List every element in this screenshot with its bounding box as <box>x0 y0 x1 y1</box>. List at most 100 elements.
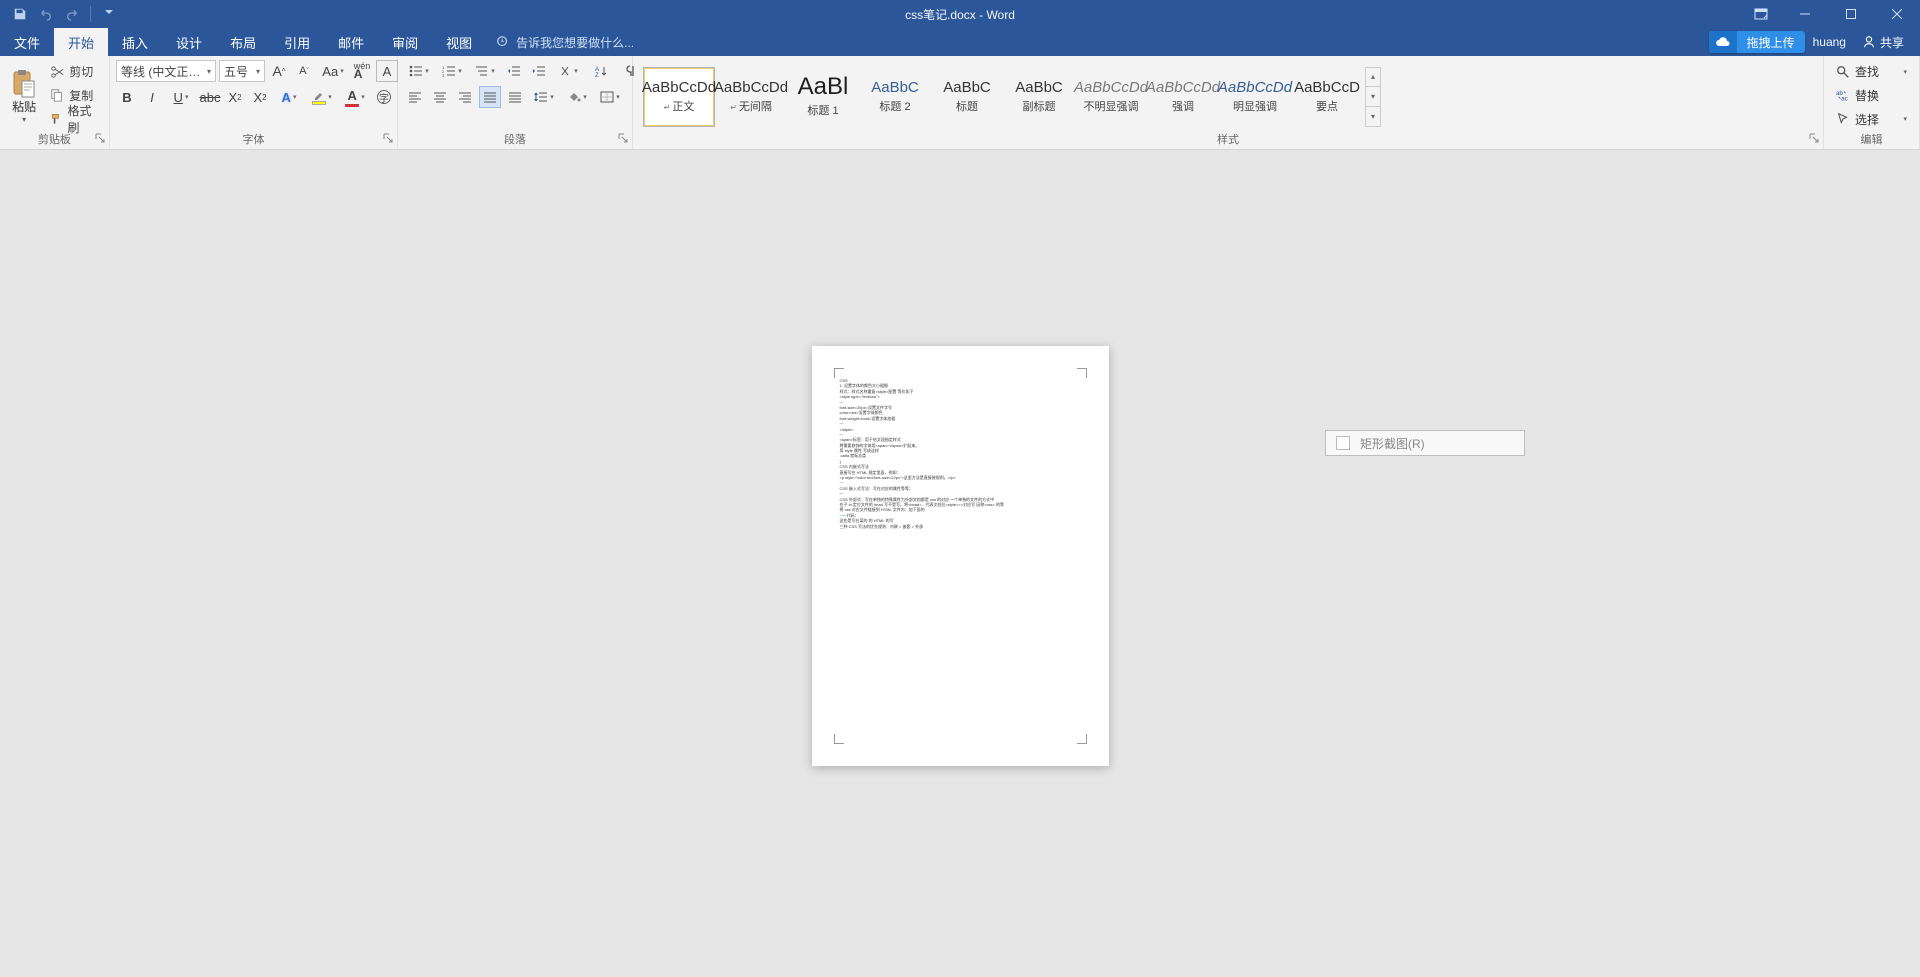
style-subtle[interactable]: AaBbCcDd不明显强调 <box>1075 67 1147 127</box>
style-h1[interactable]: AaBl标题 1 <box>787 67 859 127</box>
style-subtitle[interactable]: AaBbC副标题 <box>1003 67 1075 127</box>
style-emphasis[interactable]: AaBbCcDd强调 <box>1147 67 1219 127</box>
ribbon-tabs: 文件 开始 插入 设计 布局 引用 邮件 审阅 视图 告诉我您想要做什么... … <box>0 28 1920 56</box>
sort-button[interactable]: AZ <box>586 60 616 82</box>
replace-icon: abac <box>1836 88 1850 102</box>
signed-in-user[interactable]: huang <box>1813 35 1846 49</box>
underline-button[interactable]: U▾ <box>166 86 196 108</box>
dialog-launcher-clipboard[interactable] <box>95 133 105 143</box>
select-button[interactable]: 选择▾ <box>1830 108 1913 130</box>
borders-button[interactable]: ▾ <box>595 86 625 108</box>
enclose-characters-button[interactable]: 字 <box>373 86 395 108</box>
tab-references[interactable]: 引用 <box>270 28 324 56</box>
align-left-button[interactable] <box>404 86 426 108</box>
shrink-font-button[interactable]: Aˇ <box>293 60 315 82</box>
dialog-launcher-styles[interactable] <box>1809 133 1819 143</box>
document-canvas[interactable]: CSS1. 设置字体的颜色大小粗细 样式：样式名称重复<style>配置 等价如… <box>0 150 1920 977</box>
style-name-label: 要点 <box>1316 98 1338 114</box>
style-h2[interactable]: AaBbC标题 2 <box>859 67 931 127</box>
subscript-button[interactable]: X2 <box>224 86 246 108</box>
highlight-button[interactable]: ▾ <box>307 86 337 108</box>
upload-label: 拖拽上传 <box>1737 31 1805 53</box>
format-painter-button[interactable]: 格式刷 <box>46 108 103 130</box>
align-right-button[interactable] <box>454 86 476 108</box>
multilevel-list-button[interactable]: ▾ <box>470 60 500 82</box>
decrease-indent-button[interactable] <box>503 60 525 82</box>
italic-button[interactable]: I <box>141 86 163 108</box>
cut-button[interactable]: 剪切 <box>46 61 103 83</box>
font-family-combo[interactable]: 等线 (中文正文)▾ <box>116 60 216 82</box>
minimize-button[interactable] <box>1782 0 1828 28</box>
borders-icon <box>600 91 614 103</box>
svg-text:ac: ac <box>1841 96 1847 103</box>
tab-mailings[interactable]: 邮件 <box>324 28 378 56</box>
character-border-button[interactable]: A <box>376 60 398 82</box>
style-intense[interactable]: AaBbCcDd明显强调 <box>1219 67 1291 127</box>
ribbon-display-options-button[interactable] <box>1748 0 1774 28</box>
shading-button[interactable]: ▾ <box>562 86 592 108</box>
share-button[interactable]: 共享 <box>1852 28 1914 56</box>
dialog-launcher-font[interactable] <box>383 133 393 143</box>
bold-button[interactable]: B <box>116 86 138 108</box>
increase-indent-button[interactable] <box>528 60 550 82</box>
close-button[interactable] <box>1874 0 1920 28</box>
numbering-icon: 123 <box>442 65 456 77</box>
group-label-editing: 编辑 <box>1861 134 1883 146</box>
chevron-down-icon: ▾ <box>203 67 211 76</box>
asian-layout-button[interactable]: ▾ <box>553 60 583 82</box>
styles-row-down[interactable]: ▾ <box>1366 87 1380 107</box>
paste-button[interactable]: 粘贴 ▾ <box>6 60 42 131</box>
maximize-button[interactable] <box>1828 0 1874 28</box>
group-label-styles: 样式 <box>1217 134 1239 146</box>
replace-button[interactable]: abac 替换 <box>1830 84 1913 106</box>
change-case-button[interactable]: Aa▾ <box>318 60 348 82</box>
tab-view[interactable]: 视图 <box>432 28 486 56</box>
cloud-upload-icon <box>1709 31 1737 53</box>
tab-insert[interactable]: 插入 <box>108 28 162 56</box>
line-spacing-button[interactable]: ▾ <box>529 86 559 108</box>
group-clipboard: 粘贴 ▾ 剪切 复制 格式刷 剪贴板 <box>0 56 110 149</box>
find-button[interactable]: 查找▾ <box>1830 61 1913 83</box>
document-page[interactable]: CSS1. 设置字体的颜色大小粗细 样式：样式名称重复<style>配置 等价如… <box>812 346 1109 766</box>
tell-me-search[interactable]: 告诉我您想要做什么... <box>486 28 644 56</box>
strikethrough-button[interactable]: abc <box>199 86 221 108</box>
style-title[interactable]: AaBbC标题 <box>931 67 1003 127</box>
tab-review[interactable]: 审阅 <box>378 28 432 56</box>
dialog-launcher-paragraph[interactable] <box>618 133 628 143</box>
redo-button[interactable] <box>60 2 84 26</box>
styles-gallery[interactable]: AaBbCcDd↵正文AaBbCcDd↵无间隔AaBl标题 1AaBbC标题 2… <box>639 60 1817 131</box>
styles-more-spinner[interactable]: ▴▾▾ <box>1365 67 1381 127</box>
style-name-label: 明显强调 <box>1233 98 1277 114</box>
tab-home[interactable]: 开始 <box>54 28 108 56</box>
style-strong[interactable]: AaBbCcD 要点 <box>1291 67 1363 127</box>
bullet-list-button[interactable]: ▾ <box>404 60 434 82</box>
align-justify-button[interactable] <box>479 86 501 108</box>
drag-upload-button[interactable]: 拖拽上传 <box>1709 31 1805 53</box>
style-preview: AaBbCcDd <box>642 80 716 95</box>
document-body-text[interactable]: CSS1. 设置字体的颜色大小粗细 样式：样式名称重复<style>配置 等价如… <box>840 378 1081 529</box>
tab-layout[interactable]: 布局 <box>216 28 270 56</box>
align-distributed-button[interactable] <box>504 86 526 108</box>
style-nospacing[interactable]: AaBbCcDd↵无间隔 <box>715 67 787 127</box>
margin-marker <box>1077 368 1087 378</box>
font-color-button[interactable]: A▾ <box>340 86 370 108</box>
phonetic-guide-button[interactable]: wénA <box>351 60 373 82</box>
numbered-list-button[interactable]: 123▾ <box>437 60 467 82</box>
styles-row-up[interactable]: ▴ <box>1366 68 1380 88</box>
grow-font-button[interactable]: A^ <box>268 60 290 82</box>
styles-expand[interactable]: ▾ <box>1366 107 1380 126</box>
text-effects-button[interactable]: A▾ <box>274 86 304 108</box>
style-normal[interactable]: AaBbCcDd↵正文 <box>643 67 715 127</box>
quick-access-toolbar <box>0 2 121 26</box>
tab-file[interactable]: 文件 <box>0 28 54 56</box>
font-size-combo[interactable]: 五号▾ <box>219 60 265 82</box>
undo-button[interactable] <box>34 2 58 26</box>
chevron-down-icon: ▾ <box>22 115 26 124</box>
chevron-down-icon: ▾ <box>252 67 260 76</box>
qat-customize-button[interactable] <box>97 2 121 26</box>
align-center-button[interactable] <box>429 86 451 108</box>
style-preview: AaBbCcD <box>1294 80 1360 95</box>
superscript-button[interactable]: X2 <box>249 86 271 108</box>
tab-design[interactable]: 设计 <box>162 28 216 56</box>
save-button[interactable] <box>8 2 32 26</box>
